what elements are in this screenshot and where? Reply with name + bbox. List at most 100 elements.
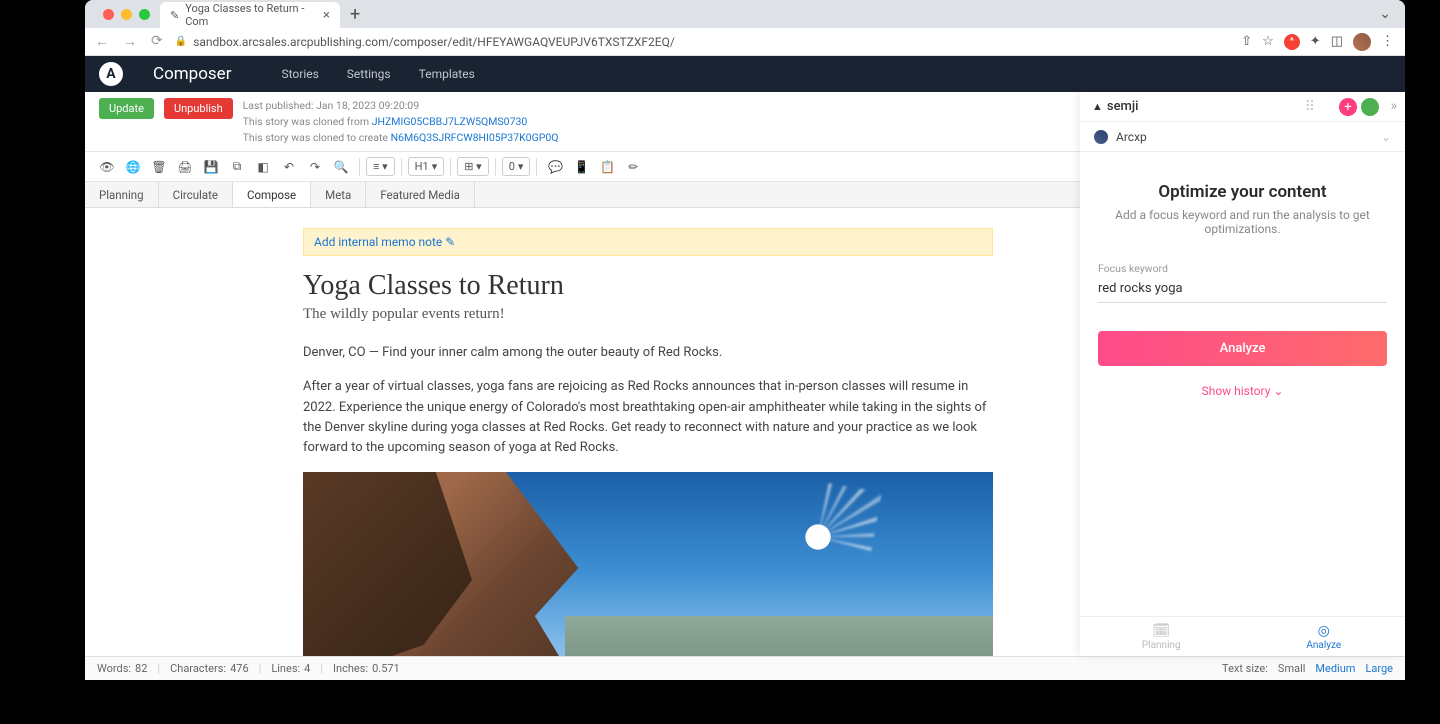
eye-icon[interactable]: 👁 xyxy=(95,155,119,179)
arc-logo-icon[interactable]: A xyxy=(99,62,123,86)
extension-badge-icon[interactable]: ^ xyxy=(1284,34,1300,50)
focus-keyword-input[interactable] xyxy=(1098,277,1387,303)
back-button[interactable]: ← xyxy=(95,33,109,50)
project-name: Arcxp xyxy=(1116,130,1147,144)
nav-stories[interactable]: Stories xyxy=(281,67,318,81)
separator xyxy=(495,158,496,176)
panel-bottom-tabs: 🗓 Planning ◎ Analyze xyxy=(1080,616,1405,656)
trash-icon[interactable]: 🗑 xyxy=(147,155,171,179)
separator xyxy=(359,158,360,176)
cloned-from-label: This story was cloned from xyxy=(243,115,372,128)
globe-icon[interactable]: 🌐 xyxy=(121,155,145,179)
lines-value: 4 xyxy=(304,662,310,675)
star-icon[interactable]: ☆ xyxy=(1262,34,1274,49)
save-icon[interactable]: 💾 xyxy=(199,155,223,179)
article-paragraph-1[interactable]: Denver, CO — Find your inner calm among … xyxy=(303,343,1003,363)
status-bar: Words: 82 | Characters: 476 | Lines: 4 |… xyxy=(85,656,1405,680)
lines-label: Lines: xyxy=(271,662,300,675)
search-icon[interactable]: 🔍 xyxy=(329,155,353,179)
redo-icon[interactable]: ↷ xyxy=(303,155,327,179)
inches-label: Inches: xyxy=(333,662,368,675)
size-large[interactable]: Large xyxy=(1365,662,1393,675)
mobile-icon[interactable]: 📱 xyxy=(569,155,593,179)
words-value: 82 xyxy=(135,662,147,675)
browser-tab-bar: ✎ Yoga Classes to Return - Com × + ⌄ xyxy=(85,0,1405,28)
user-avatar-icon[interactable] xyxy=(1361,98,1379,116)
lock-icon: 🔒 xyxy=(175,36,187,47)
tab-title: Yoga Classes to Return - Com xyxy=(185,2,317,28)
panel-title: Optimize your content xyxy=(1098,182,1387,202)
nav-settings[interactable]: Settings xyxy=(347,67,391,81)
publish-info: Last published: Jan 18, 2023 09:20:09 Th… xyxy=(243,98,559,145)
window-minimize-icon[interactable] xyxy=(121,9,132,20)
tab-circulate[interactable]: Circulate xyxy=(159,182,233,207)
new-tab-button[interactable]: + xyxy=(340,4,370,25)
separator xyxy=(401,158,402,176)
inches-value: 0.571 xyxy=(372,662,400,675)
show-history-link[interactable]: Show history ⌄ xyxy=(1098,384,1387,398)
panel-icon[interactable]: ◫ xyxy=(1331,34,1343,49)
size-small[interactable]: Small xyxy=(1278,662,1306,675)
reload-button[interactable]: ⟳ xyxy=(151,33,163,50)
menu-icon[interactable]: ⋮ xyxy=(1381,34,1395,49)
add-button[interactable]: + xyxy=(1339,98,1357,116)
comment-icon[interactable]: 💬 xyxy=(543,155,567,179)
project-selector[interactable]: Arcxp ⌄ xyxy=(1080,122,1405,152)
analyze-button[interactable]: Analyze xyxy=(1098,331,1387,366)
forward-button[interactable]: → xyxy=(123,33,137,50)
panel-tab-planning[interactable]: 🗓 Planning xyxy=(1080,617,1243,656)
panel-tab-analyze[interactable]: ◎ Analyze xyxy=(1243,617,1406,656)
align-dropdown[interactable]: ≡ ▾ xyxy=(366,157,395,176)
article-editor[interactable]: Add internal memo note ✎ Yoga Classes to… xyxy=(85,208,1005,680)
project-icon xyxy=(1094,130,1108,144)
cloned-create-label: This story was cloned to create xyxy=(243,131,391,144)
tab-planning[interactable]: Planning xyxy=(85,182,159,207)
article-paragraph-2[interactable]: After a year of virtual classes, yoga fa… xyxy=(303,377,1003,458)
collapse-icon[interactable]: » xyxy=(1390,98,1397,114)
memo-note-bar[interactable]: Add internal memo note ✎ xyxy=(303,228,993,256)
tab-meta[interactable]: Meta xyxy=(311,182,366,207)
share-icon[interactable]: ⇧ xyxy=(1241,34,1252,49)
url-field[interactable]: 🔒 sandbox.arcsales.arcpublishing.com/com… xyxy=(175,35,1230,49)
target-icon: ◎ xyxy=(1318,623,1330,639)
brand-text: semji xyxy=(1107,99,1139,114)
unpublish-button[interactable]: Unpublish xyxy=(164,98,233,119)
paste-icon[interactable]: 📋 xyxy=(595,155,619,179)
panel-body: Optimize your content Add a focus keywor… xyxy=(1080,152,1405,616)
zero-dropdown[interactable]: 0 ▾ xyxy=(502,157,531,176)
layout-dropdown[interactable]: ⊞ ▾ xyxy=(457,157,488,176)
size-medium[interactable]: Medium xyxy=(1315,662,1355,675)
separator xyxy=(450,158,451,176)
window-maximize-icon[interactable] xyxy=(139,9,150,20)
tab-featured-media[interactable]: Featured Media xyxy=(366,182,475,207)
window-close-icon[interactable] xyxy=(103,9,114,20)
split-icon[interactable]: ◧ xyxy=(251,155,275,179)
chevron-down-icon[interactable]: ⌄ xyxy=(1379,6,1405,22)
heading-dropdown[interactable]: H1 ▾ xyxy=(408,157,445,176)
extensions-icon[interactable]: ✦ xyxy=(1310,34,1321,49)
undo-icon[interactable]: ↶ xyxy=(277,155,301,179)
chars-value: 476 xyxy=(230,662,249,675)
cloned-from-link[interactable]: JHZMIG05CBBJ7LZW5QMS0730 xyxy=(372,115,528,128)
article-title[interactable]: Yoga Classes to Return xyxy=(303,270,1005,302)
nav-templates[interactable]: Templates xyxy=(419,67,475,81)
tab-compose[interactable]: Compose xyxy=(233,182,311,207)
app-title: Composer xyxy=(153,64,231,84)
composer-app: A Composer Stories Settings Templates Up… xyxy=(85,56,1405,680)
pencil-icon: ✎ xyxy=(170,9,179,22)
browser-tab[interactable]: ✎ Yoga Classes to Return - Com × xyxy=(160,2,340,28)
print-icon[interactable]: 🖨 xyxy=(173,155,197,179)
cloned-create-link[interactable]: N6M6Q3SJRFCW8HI05P37K0GP0Q xyxy=(391,131,559,144)
drag-grip-icon[interactable]: ⠿ xyxy=(1305,99,1313,115)
chevron-down-icon: ⌄ xyxy=(1273,384,1283,398)
copy-icon[interactable]: ⧉ xyxy=(225,155,249,179)
close-icon[interactable]: × xyxy=(323,8,330,23)
highlight-icon[interactable]: ✏ xyxy=(621,155,645,179)
semji-brand: ▲ semji xyxy=(1092,99,1138,114)
article-hero-image[interactable] xyxy=(303,472,993,680)
profile-avatar[interactable] xyxy=(1353,33,1371,51)
update-button[interactable]: Update xyxy=(99,98,154,119)
panel-header: ▲ semji ⠿ + » xyxy=(1080,92,1405,122)
article-subtitle[interactable]: The wildly popular events return! xyxy=(303,306,1005,323)
semji-panel: ▲ semji ⠿ + » Arcxp ⌄ Optimize your cont… xyxy=(1080,92,1405,656)
